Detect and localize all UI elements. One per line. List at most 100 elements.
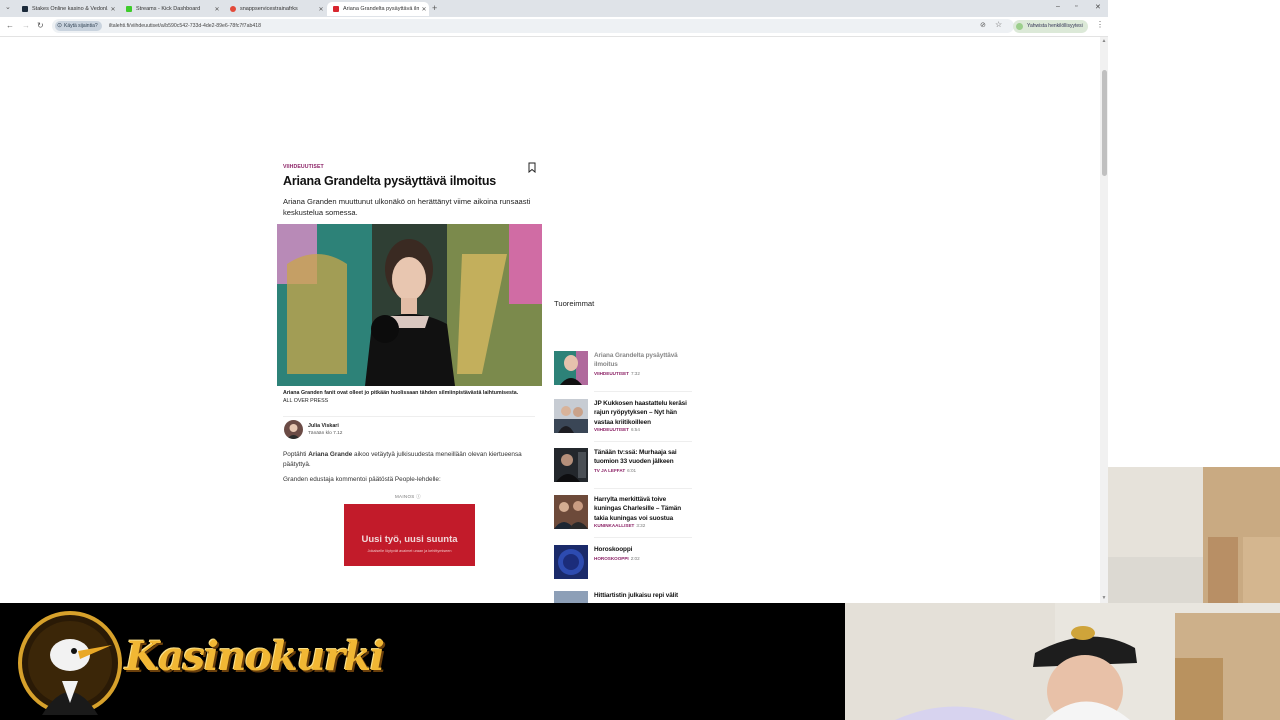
ad-subtitle: Jokaiselle löytyvät avaimet uraan ja keh… (367, 549, 452, 553)
divider (594, 441, 692, 442)
caption-text: Ariana Granden fanit ovat olleet jo pitk… (283, 390, 519, 396)
tab-stake[interactable]: Stakes Online kasino & Vedonl... ✕ (16, 2, 118, 16)
scrollbar-thumb[interactable] (1102, 70, 1107, 176)
location-icon: ⊙ (57, 23, 63, 29)
address-bar[interactable]: ⊙ Käytä sijaintia? iltalehti.fi/viihdeuu… (52, 19, 1014, 33)
sidebar-headline: Tänään tv:ssä: Murhaaja sai tuomion 33 v… (594, 449, 677, 466)
close-icon[interactable]: ✕ (316, 6, 326, 13)
sidebar-headline: Ariana Grandelta pysäyttävä ilmoitus (594, 352, 678, 369)
menu-dots-icon[interactable]: ⋮ (1096, 20, 1104, 29)
tab-strip: ⌄ Stakes Online kasino & Vedonl... ✕ Str… (0, 0, 1108, 17)
advertisement[interactable]: Uusi työ, uusi suunta Jokaiselle löytyvä… (344, 504, 475, 566)
sidebar-category: VIIHDEUUTISET (594, 427, 629, 432)
sidebar-meta: VIIHDEUUTISET 7:32 (594, 371, 640, 376)
sidebar-thumbnail (554, 448, 588, 482)
tab-kick[interactable]: Streams - Kick Dashboard ✕ (120, 2, 222, 16)
kick-favicon-icon (126, 6, 132, 12)
sidebar-meta: KUNINKAALLISET 3:32 (594, 523, 645, 528)
article-paragraph: Granden edustaja kommentoi päätöstä Peop… (283, 476, 441, 483)
scroll-up-arrow-icon[interactable]: ▲ (1100, 38, 1108, 44)
sidebar-category: KUNINKAALLISET (594, 523, 635, 528)
sidebar-item[interactable]: Ariana Grandelta pysäyttävä ilmoitus VII… (554, 351, 692, 395)
divider (594, 488, 692, 489)
tab-snapp[interactable]: snappservicestrainafrks ✕ (224, 2, 326, 16)
sidebar-meta: TV JA LEFFAT 6:01 (594, 468, 636, 473)
crane-mascot-icon (18, 611, 122, 715)
sidebar-item[interactable]: Hittiartistin julkaisu repi välit (554, 591, 691, 603)
webcam-room-background (1108, 467, 1280, 603)
sidebar-headline: Horoskooppi (594, 546, 633, 553)
close-icon[interactable]: ✕ (108, 6, 118, 13)
sidebar-time: 6:54 (630, 427, 640, 432)
sidebar-time: 2:02 (630, 556, 640, 561)
author-avatar[interactable] (284, 420, 303, 439)
profile-chip[interactable]: Yahwista henkilöllisyytesi (1013, 20, 1088, 33)
tab-iltalehti[interactable]: Ariana Grandelta pysäyttävä ilm ✕ (327, 2, 429, 16)
eye-off-icon[interactable]: ⊘ (980, 21, 986, 29)
sidebar-meta: HOROSKOOPPI 2:02 (594, 556, 640, 561)
sidebar-title: Tuoreimmat (554, 299, 595, 308)
stake-favicon-icon (22, 6, 28, 12)
sidebar-time: 7:32 (630, 371, 640, 376)
paragraph-text: Poptähti (283, 451, 309, 458)
close-icon[interactable]: ✕ (212, 6, 222, 13)
sidebar-meta: VIIHDEUUTISET 6:54 (594, 427, 640, 432)
photo-caption: Ariana Granden fanit ovat olleet jo pitk… (283, 389, 541, 405)
thumbnail-image (554, 448, 588, 482)
photo-credit: ALL OVER PRESS (283, 398, 329, 404)
latest-news-sidebar: Tuoreimmat Ariana Grandelta pysäyttävä i… (549, 293, 695, 603)
tab-search-icon[interactable]: ⌄ (5, 3, 11, 11)
thumbnail-image (554, 399, 588, 433)
forward-arrow-icon[interactable]: → (22, 21, 30, 30)
sidebar-item[interactable]: JP Kukkosen haastattelu keräsi rajun ryö… (554, 399, 692, 443)
room-illustration (1108, 467, 1280, 603)
bookmark-icon[interactable] (528, 162, 536, 173)
back-arrow-icon[interactable]: ← (6, 21, 14, 30)
minimize-icon[interactable]: – (1056, 3, 1060, 10)
ad-title: Uusi työ, uusi suunta (361, 534, 458, 545)
location-permission-chip[interactable]: ⊙ Käytä sijaintia? (55, 21, 102, 31)
window-close-icon[interactable]: ✕ (1095, 3, 1101, 11)
sidebar-thumbnail (554, 591, 588, 603)
iltalehti-favicon-icon (333, 6, 339, 12)
sidebar-time: 3:32 (636, 523, 646, 528)
sidebar-thumbnail (554, 545, 588, 579)
article-photo[interactable] (277, 224, 542, 386)
reload-icon[interactable]: ↻ (37, 21, 44, 30)
article-category[interactable]: VIIHDEUUTISET (283, 164, 324, 170)
location-permission-label: Käytä sijaintia? (64, 23, 98, 29)
article-card: VIIHDEUUTISET Ariana Grandelta pysäyttäv… (277, 158, 542, 578)
thumbnail-image (554, 495, 588, 529)
paragraph-bold-name[interactable]: Ariana Grande (308, 451, 352, 458)
author-name[interactable]: Julia Viskari (308, 423, 339, 429)
article-lead: Ariana Granden muuttunut ulkonäkö on her… (283, 197, 531, 217)
close-icon[interactable]: ✕ (419, 6, 429, 13)
sidebar-item[interactable]: Horoskooppi HOROSKOOPPI 2:02 (554, 545, 691, 589)
avatar-illustration (287, 424, 300, 439)
divider (283, 416, 535, 417)
photo-illustration (277, 224, 542, 386)
scroll-down-arrow-icon[interactable]: ▼ (1100, 595, 1108, 601)
tab-title: Ariana Grandelta pysäyttävä ilm (343, 6, 419, 12)
ad-label: MAINOS ⓘ (395, 494, 421, 499)
sidebar-thumbnail (554, 399, 588, 433)
sidebar-thumbnail (554, 351, 588, 385)
sidebar-headline: Hittiartistin julkaisu repi välit (594, 592, 679, 599)
new-tab-icon[interactable]: + (432, 3, 437, 13)
browser-toolbar: ← → ↻ ⊙ Käytä sijaintia? iltalehti.fi/vi… (0, 17, 1108, 37)
url-text[interactable]: iltalehti.fi/viihdeuutiset/a/b590c542-73… (109, 19, 261, 33)
sidebar-time: 6:01 (627, 468, 637, 473)
profile-label: Yahwista henkilöllisyytesi (1027, 23, 1083, 29)
casino-logo-text: Kasinokurki (125, 633, 385, 680)
maximize-icon[interactable]: ▫ (1075, 3, 1077, 10)
thumbnail-image (554, 545, 588, 579)
thumbnail-image (554, 351, 588, 385)
webcam-feed (845, 603, 1280, 720)
sidebar-item[interactable]: Harrylta merkittävä toive kuningas Charl… (554, 495, 692, 539)
publish-time: Tänään klo 7.12 (308, 431, 343, 436)
sidebar-item[interactable]: Tänään tv:ssä: Murhaaja sai tuomion 33 v… (554, 448, 692, 492)
divider (594, 537, 692, 538)
profile-icon (1016, 23, 1023, 30)
sidebar-category: HOROSKOOPPI (594, 556, 629, 561)
star-icon[interactable]: ☆ (995, 20, 1002, 29)
